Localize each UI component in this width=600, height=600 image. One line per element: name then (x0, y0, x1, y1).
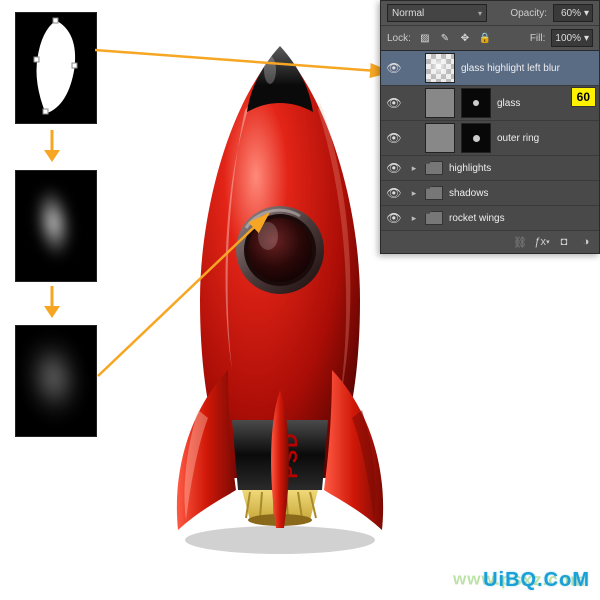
down-arrow-icon (40, 286, 64, 318)
layer-name: highlights (449, 163, 491, 174)
layer-thumbnail[interactable] (425, 88, 455, 118)
layer-name: glass highlight left blur (461, 63, 560, 74)
layer-name: rocket wings (449, 213, 505, 224)
layers-panel-footer: ⛓ ƒx▾ ◘ ◑ (381, 231, 599, 253)
layer-group-row[interactable]: 👁 ▸ highlights (381, 156, 599, 181)
disclosure-icon[interactable]: ▸ (409, 188, 419, 199)
pointer-arrow-to-layer (95, 10, 395, 80)
disclosure-icon[interactable]: ▸ (409, 163, 419, 174)
layer-row[interactable]: 👁 glass highlight left blur (381, 51, 599, 86)
folder-icon (425, 161, 443, 175)
chevron-down-icon: ▾ (478, 9, 482, 18)
layer-style-icon[interactable]: ƒx▾ (535, 235, 549, 249)
fill-label: Fill: (530, 33, 546, 44)
callout-opacity-60: 60 (571, 87, 596, 107)
layer-group-row[interactable]: 👁 ▸ rocket wings (381, 206, 599, 231)
lock-label: Lock: (387, 33, 411, 44)
process-thumb-3 (15, 325, 97, 437)
layer-mask-thumbnail[interactable] (461, 123, 491, 153)
layer-name: shadows (449, 188, 488, 199)
layer-mask-thumbnail[interactable] (461, 88, 491, 118)
process-thumb-2 (15, 170, 97, 282)
visibility-toggle[interactable]: 👁 (385, 186, 403, 200)
fill-input[interactable]: 100% ▾ (551, 29, 593, 47)
folder-icon (425, 186, 443, 200)
layer-thumbnail[interactable] (425, 53, 455, 83)
watermark-primary: UiBQ.CoM (483, 569, 590, 592)
folder-icon (425, 211, 443, 225)
layer-name: glass (497, 98, 520, 109)
blend-mode-dropdown[interactable]: Normal ▾ (387, 4, 487, 22)
down-arrow-icon (40, 130, 64, 162)
layer-name: outer ring (497, 133, 539, 144)
fill-value: 100% (555, 33, 581, 44)
opacity-label: Opacity: (510, 8, 547, 19)
adjustment-layer-icon[interactable]: ◑ (579, 235, 593, 249)
opacity-input[interactable]: 60% ▾ (553, 4, 593, 22)
layer-row[interactable]: 👁 glass (381, 86, 599, 121)
lock-position-icon[interactable]: ✥ (457, 30, 473, 46)
visibility-toggle[interactable]: 👁 (385, 131, 403, 145)
chevron-down-icon: ▾ (584, 8, 589, 19)
layers-list: 👁 glass highlight left blur 👁 glass 👁 ou… (381, 51, 599, 231)
layer-row[interactable]: 👁 outer ring (381, 121, 599, 156)
pointer-arrow-to-porthole (98, 208, 278, 378)
lock-transparency-icon[interactable]: ▨ (417, 30, 433, 46)
layer-thumbnail[interactable] (425, 123, 455, 153)
disclosure-icon[interactable]: ▸ (409, 213, 419, 224)
layer-group-row[interactable]: 👁 ▸ shadows (381, 181, 599, 206)
process-thumb-1 (15, 12, 97, 124)
lock-all-icon[interactable]: 🔒 (477, 30, 493, 46)
visibility-toggle[interactable]: 👁 (385, 61, 403, 75)
opacity-value: 60% (561, 8, 581, 19)
add-mask-icon[interactable]: ◘ (557, 235, 571, 249)
visibility-toggle[interactable]: 👁 (385, 161, 403, 175)
visibility-toggle[interactable]: 👁 (385, 96, 403, 110)
layers-panel: Normal ▾ Opacity: 60% ▾ Lock: ▨ ✎ ✥ 🔒 Fi… (380, 0, 600, 254)
visibility-toggle[interactable]: 👁 (385, 211, 403, 225)
lock-pixels-icon[interactable]: ✎ (437, 30, 453, 46)
link-layers-icon[interactable]: ⛓ (513, 235, 527, 249)
blend-mode-value: Normal (392, 8, 424, 19)
chevron-down-icon: ▾ (584, 33, 589, 44)
